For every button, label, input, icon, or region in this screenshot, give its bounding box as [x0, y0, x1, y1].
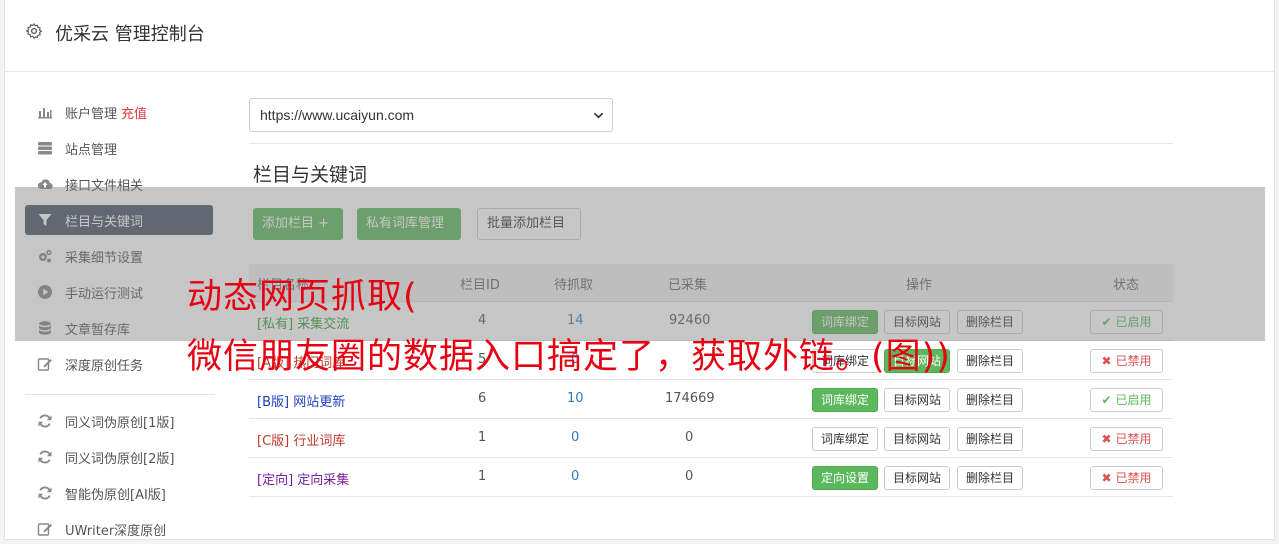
section-divider — [249, 143, 1173, 144]
column-name: 行业词库 — [293, 434, 346, 449]
header: 优采云 管理控制台 — [5, 0, 1274, 72]
close-icon: ✖ — [1101, 432, 1112, 446]
refresh-icon — [38, 414, 52, 428]
refresh-icon — [38, 450, 52, 464]
delete-column-button[interactable]: 删除栏目 — [957, 427, 1024, 451]
directional-settings-button[interactable]: 定向设置 — [812, 466, 879, 490]
column-tag: [定向] — [257, 473, 294, 488]
close-icon: ✖ — [1101, 354, 1112, 368]
sidebar-item-label: 同义词伪原创[1版] — [65, 415, 175, 431]
status-label: 已禁用 — [1115, 471, 1152, 485]
bar-chart-icon — [38, 108, 52, 119]
sidebar-item-account[interactable]: 账户管理 充值 — [25, 97, 213, 127]
status-toggle[interactable]: ✖ 已禁用 — [1090, 466, 1163, 490]
sidebar-item-synonym-v1[interactable]: 同义词伪原创[1版] — [25, 406, 213, 436]
target-site-button[interactable]: 目标网站 — [884, 388, 951, 412]
collected-count: 174669 — [665, 391, 715, 406]
column-name-link[interactable]: [C版] 行业词库 — [257, 430, 345, 449]
sidebar-item-deep-original[interactable]: 深度原创任务 — [25, 349, 213, 379]
column-tag: [C版] — [257, 434, 290, 449]
edit-icon — [37, 523, 52, 536]
site-select[interactable]: https://www.ucaiyun.com — [249, 98, 613, 132]
gear-icon — [25, 23, 43, 39]
collected-count: 0 — [685, 430, 694, 445]
target-site-button[interactable]: 目标网站 — [884, 427, 951, 451]
column-name: 网站更新 — [293, 395, 346, 410]
sidebar-item-ai-original[interactable]: 智能伪原创[AI版] — [25, 478, 213, 508]
sidebar-item-label: 同义词伪原创[2版] — [65, 451, 175, 467]
watermark-line-2: 微信朋友圈的数据入口搞定了，获取外链。(图)) — [187, 337, 951, 377]
column-id: 6 — [478, 391, 487, 406]
sidebar-item-label: 深度原创任务 — [65, 358, 144, 374]
table-row: [B版] 网站更新 6 10 174669 词库绑定 目标网站 删除栏目 ✔ 已… — [249, 380, 1173, 419]
delete-column-button[interactable]: 删除栏目 — [957, 349, 1024, 373]
column-id: 1 — [478, 469, 487, 484]
edit-icon — [37, 358, 52, 371]
delete-column-button[interactable]: 删除栏目 — [957, 388, 1024, 412]
check-icon: ✔ — [1101, 393, 1112, 407]
status-label: 已启用 — [1115, 393, 1152, 407]
status-toggle[interactable]: ✖ 已禁用 — [1090, 427, 1163, 451]
column-name-link[interactable]: [B版] 网站更新 — [257, 391, 345, 410]
collected-count: 0 — [685, 469, 694, 484]
sidebar-item-uwriter[interactable]: UWriter深度原创 — [25, 514, 213, 544]
recharge-badge[interactable]: 充值 — [121, 103, 147, 122]
refresh-icon — [38, 486, 52, 500]
page-title: 栏目与关键词 — [253, 164, 368, 186]
status-label: 已禁用 — [1115, 354, 1152, 368]
table-row: [定向] 定向采集 1 0 0 定向设置 目标网站 删除栏目 ✖ 已禁用 — [249, 458, 1173, 497]
sidebar-item-label: 站点管理 — [65, 142, 118, 158]
sidebar-item-label: UWriter深度原创 — [65, 523, 167, 539]
column-name: 定向采集 — [297, 473, 350, 488]
server-icon — [38, 142, 52, 155]
column-tag: [B版] — [257, 395, 290, 410]
target-site-button[interactable]: 目标网站 — [884, 466, 951, 490]
sidebar-divider — [25, 394, 215, 395]
site-select-value: https://www.ucaiyun.com — [260, 107, 415, 123]
sidebar-item-sites[interactable]: 站点管理 — [25, 133, 213, 163]
bind-lib-button[interactable]: 词库绑定 — [812, 388, 879, 412]
status-toggle[interactable]: ✖ 已禁用 — [1090, 349, 1163, 373]
column-name-link[interactable]: [定向] 定向采集 — [257, 469, 349, 488]
pending-count[interactable]: 10 — [567, 391, 584, 406]
sidebar-item-label: 账户管理 — [65, 106, 118, 122]
status-toggle[interactable]: ✔ 已启用 — [1090, 388, 1163, 412]
column-id: 1 — [478, 430, 487, 445]
delete-column-button[interactable]: 删除栏目 — [957, 466, 1024, 490]
sidebar-item-synonym-v2[interactable]: 同义词伪原创[2版] — [25, 442, 213, 472]
chevron-down-icon — [593, 112, 604, 119]
close-icon: ✖ — [1101, 471, 1112, 485]
table-row: [C版] 行业词库 1 0 0 词库绑定 目标网站 删除栏目 ✖ 已禁用 — [249, 419, 1173, 458]
status-label: 已禁用 — [1115, 432, 1152, 446]
sidebar-item-label: 智能伪原创[AI版] — [65, 487, 166, 503]
app-title: 优采云 管理控制台 — [55, 24, 205, 45]
pending-count[interactable]: 0 — [571, 430, 579, 445]
bind-lib-button[interactable]: 词库绑定 — [812, 427, 879, 451]
watermark-line-1: 动态网页抓取( — [187, 277, 418, 317]
pending-count[interactable]: 0 — [571, 469, 579, 484]
